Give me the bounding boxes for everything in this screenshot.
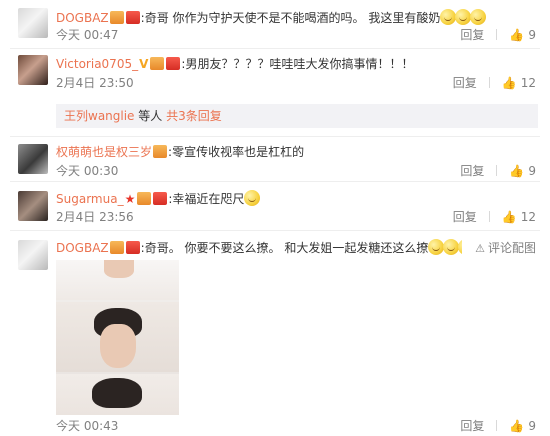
grin-emoji-icon: [458, 239, 462, 255]
level-badge-icon[interactable]: [125, 11, 140, 24]
thumbs-up-icon: 👍: [509, 419, 525, 433]
like-button[interactable]: 👍 12: [502, 210, 536, 224]
grin-emoji-icon: [428, 239, 445, 255]
divider: [488, 77, 490, 88]
username[interactable]: 权萌萌也是权三岁: [56, 145, 152, 159]
avatar[interactable]: [18, 191, 48, 221]
member-badge-icon[interactable]: [137, 192, 152, 205]
grin-emoji-icon: [455, 9, 472, 25]
thumbs-up-icon: 👍: [501, 210, 517, 224]
comment-text-line: Victoria0705_V:男朋友？？？？哇哇哇大发你搞事情！！！: [56, 57, 414, 71]
image-detail: [104, 260, 134, 278]
member-badge-icon[interactable]: [153, 145, 168, 158]
comment-actions: 回复 👍 9: [460, 28, 536, 42]
comment-body: 零宣传收视率也是杠杠的: [172, 145, 305, 159]
thumbs-up-icon: 👍: [509, 28, 525, 42]
divider: [496, 165, 498, 176]
comment-actions: 回复 👍 12: [453, 76, 536, 90]
comment-body: 男朋友？？？？哇哇哇大发你搞事情！！！: [185, 57, 414, 71]
comment-actions: 回复 👍 9: [460, 419, 536, 433]
image-panel: [56, 260, 179, 300]
reply-button[interactable]: 回复: [453, 210, 477, 224]
comment-image[interactable]: [56, 260, 179, 415]
like-button[interactable]: 👍 9: [509, 164, 536, 178]
reply-button[interactable]: 回复: [460, 419, 484, 433]
level-badge-icon[interactable]: [125, 241, 140, 254]
divider: [496, 420, 498, 431]
username[interactable]: DOGBAZ: [56, 11, 109, 25]
like-button[interactable]: 👍 9: [509, 419, 536, 433]
image-detail: [92, 378, 142, 408]
reply-button[interactable]: 回复: [460, 28, 484, 42]
reply-button[interactable]: 回复: [453, 76, 477, 90]
grin-emoji-icon: [470, 9, 487, 25]
comment-text-line: DOGBAZ:奇哥 你作为守护天使不是不能喝酒的吗。 我这里有酸奶: [56, 9, 538, 25]
avatar[interactable]: [18, 8, 48, 38]
member-badge-icon[interactable]: [150, 57, 165, 70]
comment-text-line: DOGBAZ:奇哥。 你要不要这么撩。 和大发姐一起发糖还这么撩: [56, 239, 462, 255]
like-button[interactable]: 👍 12: [502, 76, 536, 90]
comment-actions: 回复 👍 9: [460, 164, 536, 178]
username[interactable]: Sugarmua_: [56, 192, 124, 206]
comment-body: 幸福近在咫尺: [172, 192, 245, 206]
image-detail: [100, 324, 136, 368]
verified-v-icon: V: [139, 57, 149, 71]
reply-button[interactable]: 回复: [460, 164, 484, 178]
report-image-link[interactable]: ⚠ 评论配图: [475, 241, 536, 255]
avatar[interactable]: [18, 144, 48, 174]
report-icon: ⚠: [475, 242, 485, 255]
grin-emoji-icon: [443, 239, 460, 255]
view-replies-link[interactable]: 共3条回复: [166, 109, 222, 123]
thumbs-up-icon: 👍: [509, 164, 525, 178]
member-badge-icon[interactable]: [109, 241, 124, 254]
comment-3: 权萌萌也是权三岁:零宣传收视率也是杠杠的 今天 00:30 回复 👍 9: [0, 137, 550, 180]
image-panel: [56, 374, 179, 415]
image-panel: [56, 302, 179, 372]
comment-1: DOGBAZ:奇哥 你作为守护天使不是不能喝酒的吗。 我这里有酸奶 今天 00:…: [0, 0, 550, 48]
thumbs-up-icon: 👍: [501, 76, 517, 90]
divider: [496, 29, 498, 40]
star-icon: ★: [124, 192, 136, 206]
comment-text-line: 权萌萌也是权三岁:零宣传收视率也是杠杠的: [56, 145, 305, 159]
sub-reply-user-link[interactable]: 王列wanglie: [64, 109, 134, 123]
like-button[interactable]: 👍 9: [509, 28, 536, 42]
smile-emoji-icon: [244, 190, 261, 206]
divider: [488, 211, 490, 222]
comment-text-line: Sugarmua_★:幸福近在咫尺: [56, 190, 538, 206]
comment-body: 奇哥 你作为守护天使不是不能喝酒的吗。 我这里有酸奶: [144, 11, 441, 25]
comment-body: 奇哥。 你要不要这么撩。 和大发姐一起发糖还这么撩: [144, 241, 429, 255]
avatar[interactable]: [18, 55, 48, 85]
comment-actions: 回复 👍 12: [453, 210, 536, 224]
sub-reply-summary[interactable]: 王列wanglie 等人 共3条回复: [56, 104, 538, 128]
username[interactable]: Victoria0705_: [56, 57, 138, 71]
avatar[interactable]: [18, 240, 48, 270]
username[interactable]: DOGBAZ: [56, 241, 109, 255]
member-badge-icon[interactable]: [109, 11, 124, 24]
level-badge-icon[interactable]: [166, 57, 181, 70]
comment-4: Sugarmua_★:幸福近在咫尺 2月4日 23:56 回复 👍 12: [0, 182, 550, 230]
grin-emoji-icon: [440, 9, 457, 25]
level-badge-icon[interactable]: [153, 192, 168, 205]
